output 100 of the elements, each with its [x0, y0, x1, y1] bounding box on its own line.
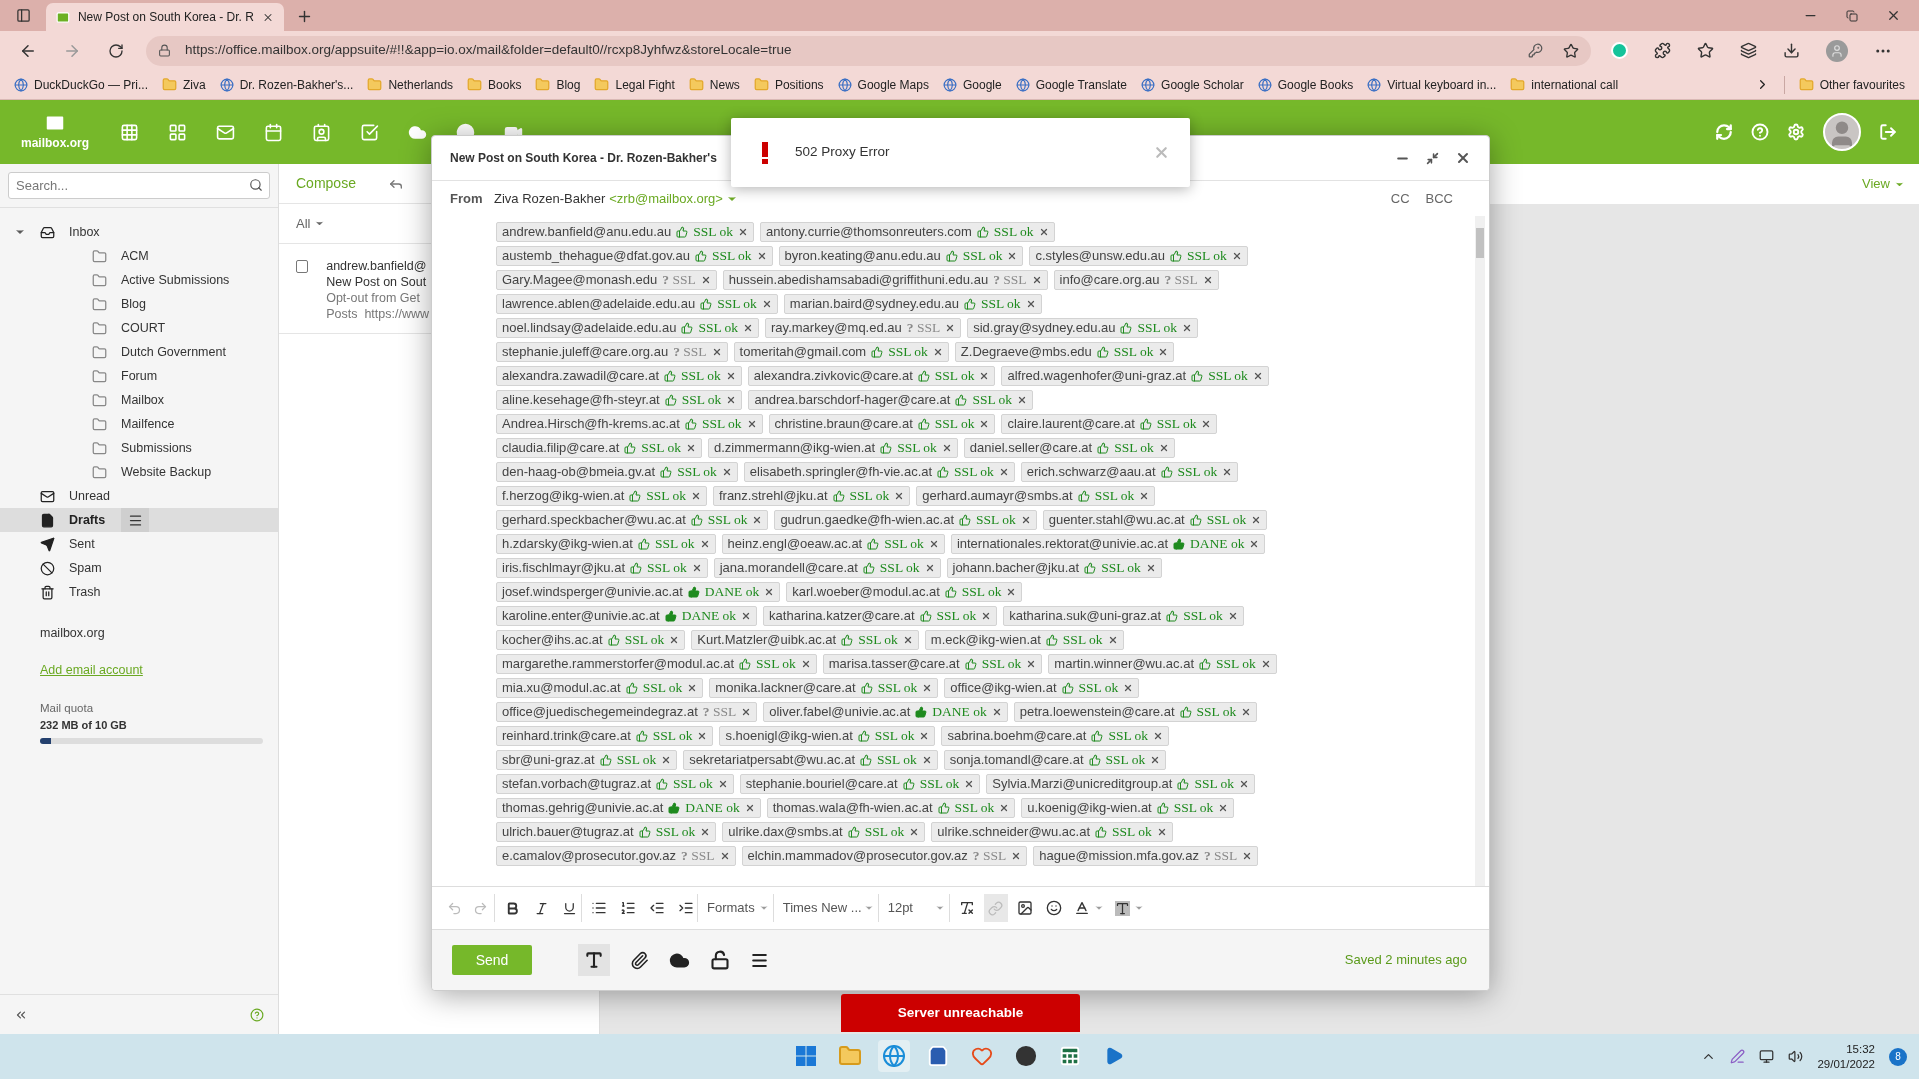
font-size-dropdown[interactable]: 12pt	[883, 894, 950, 922]
notification-badge[interactable]: 8	[1889, 1047, 1907, 1066]
remove-icon[interactable]	[741, 707, 752, 717]
search-icon[interactable]	[249, 178, 263, 192]
remove-icon[interactable]	[902, 635, 913, 645]
remove-icon[interactable]	[1107, 635, 1118, 645]
address-bar[interactable]: https://office.mailbox.org/appsuite/#!!&app=io.ox/mail&folder=default0//rcxp8Jyhfwz&storeLocale=true	[146, 35, 1591, 66]
font-dropdown[interactable]: Times New ...	[778, 894, 879, 922]
remove-icon[interactable]	[1123, 683, 1134, 693]
remove-icon[interactable]	[1139, 491, 1150, 501]
folder-item[interactable]: Forum	[0, 364, 158, 388]
collections-icon[interactable]	[1740, 42, 1757, 59]
remove-icon[interactable]	[741, 611, 752, 621]
folder-item[interactable]: Blog	[0, 292, 147, 316]
favourites-icon[interactable]	[1697, 42, 1714, 59]
remove-icon[interactable]	[932, 347, 943, 357]
reload-icon[interactable]	[108, 42, 124, 59]
remove-icon[interactable]	[744, 803, 755, 813]
message-checkbox[interactable]	[296, 260, 309, 273]
bookmark[interactable]: Virtual keyboard in...	[1367, 75, 1497, 94]
bookmark[interactable]: Other favourites	[1798, 75, 1905, 94]
folder-item[interactable]: Active Submissions	[0, 268, 230, 292]
remove-icon[interactable]	[1153, 731, 1164, 741]
remove-icon[interactable]	[1202, 275, 1213, 285]
remove-icon[interactable]	[1227, 611, 1238, 621]
remove-icon[interactable]	[1020, 515, 1031, 525]
remove-icon[interactable]	[1156, 827, 1167, 837]
remove-icon[interactable]	[700, 275, 711, 285]
folder-item[interactable]: Spam	[0, 556, 102, 580]
folder-item[interactable]: Mailbox	[0, 388, 165, 412]
remove-icon[interactable]	[928, 539, 939, 549]
unlocked-icon[interactable]	[710, 950, 730, 970]
remove-icon[interactable]	[746, 419, 757, 429]
remove-icon[interactable]	[743, 323, 754, 333]
filter-dropdown[interactable]: All	[296, 213, 326, 234]
remove-icon[interactable]	[941, 443, 952, 453]
remove-icon[interactable]	[919, 731, 930, 741]
scrollbar[interactable]	[1475, 216, 1485, 886]
formats-dropdown[interactable]: Formats	[703, 894, 774, 922]
bookmark[interactable]: Google Translate	[1015, 75, 1128, 94]
remove-icon[interactable]	[1218, 803, 1229, 813]
bookmark[interactable]: Google Scholar	[1141, 75, 1244, 94]
remove-icon[interactable]	[691, 563, 702, 573]
folder-item[interactable]: Submissions	[0, 436, 192, 460]
folder-item[interactable]: Trash	[0, 580, 101, 604]
remove-icon[interactable]	[1251, 515, 1262, 525]
remove-icon[interactable]	[800, 659, 811, 669]
key-icon[interactable]	[1528, 43, 1543, 58]
add-favourite-icon[interactable]	[1563, 42, 1579, 59]
remove-icon[interactable]	[756, 251, 767, 261]
message-item[interactable]: andrew.banfield@ New Post on Sout Opt-out from Get Posts https://www	[279, 244, 429, 324]
remove-icon[interactable]	[1201, 419, 1212, 429]
remove-icon[interactable]	[921, 755, 932, 765]
bookmark[interactable]: Positions	[753, 75, 824, 94]
remove-icon[interactable]	[1158, 443, 1169, 453]
font-button[interactable]	[578, 944, 610, 976]
bookmark[interactable]: Google	[942, 75, 1002, 94]
bookmark[interactable]: News	[688, 75, 740, 94]
remove-icon[interactable]	[726, 395, 737, 405]
remove-icon[interactable]	[998, 467, 1009, 477]
bcc-button[interactable]: BCC	[1425, 188, 1453, 209]
bookmark[interactable]: DuckDuckGo — Pri...	[14, 75, 149, 94]
user-avatar[interactable]	[1823, 113, 1861, 151]
remove-icon[interactable]	[1260, 659, 1271, 669]
remove-icon[interactable]	[1150, 755, 1161, 765]
folder-item[interactable]: ACM	[0, 244, 149, 268]
remove-icon[interactable]	[687, 683, 698, 693]
network-icon[interactable]	[1759, 1049, 1775, 1064]
globe-icon[interactable]	[882, 1044, 906, 1068]
circle-icon[interactable]	[1015, 1045, 1037, 1067]
folder-item[interactable]: Dutch Government	[0, 340, 226, 364]
remove-icon[interactable]	[1026, 659, 1037, 669]
pen-icon[interactable]	[1730, 1049, 1746, 1064]
bookmark[interactable]: Legal Fight	[594, 75, 675, 94]
bookmark[interactable]: international call	[1510, 75, 1619, 94]
bookmark[interactable]: Google Books	[1257, 75, 1354, 94]
search-field[interactable]: Search...	[8, 172, 270, 199]
remove-icon[interactable]	[922, 683, 933, 693]
remove-icon[interactable]	[761, 299, 772, 309]
remove-icon[interactable]	[964, 779, 975, 789]
close-icon[interactable]	[1455, 150, 1471, 166]
folder-item[interactable]: Sent	[0, 532, 95, 556]
remove-icon[interactable]	[700, 827, 711, 837]
remove-icon[interactable]	[1158, 347, 1169, 357]
remove-icon[interactable]	[1145, 563, 1156, 573]
bag-icon[interactable]	[927, 1045, 949, 1067]
remove-icon[interactable]	[738, 227, 748, 237]
bookmark[interactable]: Books	[467, 75, 522, 94]
remove-icon[interactable]	[699, 539, 710, 549]
bookmark[interactable]: Blog	[535, 75, 581, 94]
remove-icon[interactable]	[1242, 851, 1253, 861]
remove-icon[interactable]	[752, 515, 763, 525]
remove-icon[interactable]	[1231, 251, 1242, 261]
remove-icon[interactable]	[1011, 851, 1022, 861]
restore-icon[interactable]	[1846, 9, 1858, 22]
download-icon[interactable]	[1783, 42, 1800, 59]
remove-icon[interactable]	[991, 707, 1002, 717]
close-icon[interactable]	[1886, 8, 1901, 23]
remove-icon[interactable]	[1006, 587, 1017, 597]
bookmark[interactable]: Ziva	[162, 75, 206, 94]
